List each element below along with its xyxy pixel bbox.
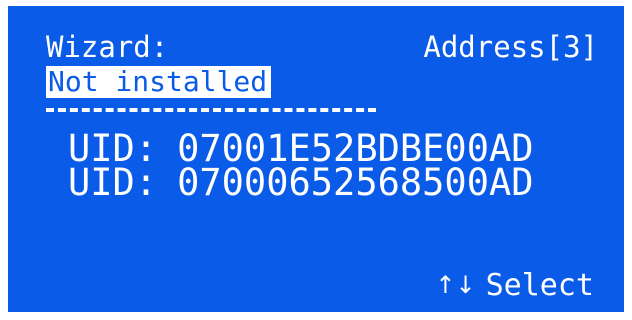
uid-value: 07000652568500AD xyxy=(177,161,534,204)
uid-label: UID: xyxy=(68,161,158,204)
uid-list: UID: 07001E52BDBE00AD UID: 07000652568500A… xyxy=(68,130,534,201)
screen-frame: Wizard: Address[3] Not installed UID: 070… xyxy=(0,0,632,320)
divider xyxy=(46,108,376,112)
uid-list-item[interactable]: UID: 07000652568500AD xyxy=(68,164,534,201)
select-hint: ↑↓ Select xyxy=(435,268,594,303)
status-badge: Not installed xyxy=(46,66,272,98)
select-label: Select xyxy=(485,268,594,303)
up-down-arrows-icon: ↑↓ xyxy=(435,271,476,299)
address-indicator: Address[3] xyxy=(423,30,598,64)
wizard-title: Wizard: xyxy=(46,30,169,64)
lcd-display: Wizard: Address[3] Not installed UID: 070… xyxy=(8,6,624,312)
